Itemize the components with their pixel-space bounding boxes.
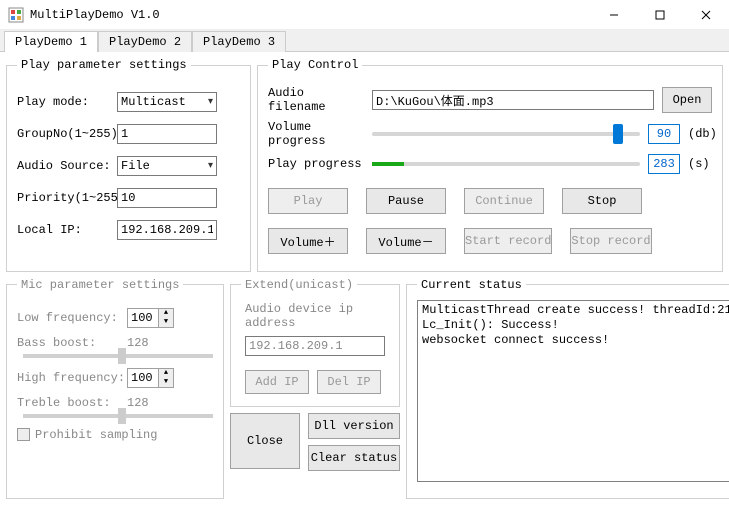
volume-up-button[interactable]: Volume＋ [268, 228, 348, 254]
play-mode-label: Play mode: [17, 95, 117, 109]
play-progress-slider[interactable] [372, 162, 640, 166]
close-button[interactable] [683, 0, 729, 30]
groupno-label: GroupNo(1~255): [17, 127, 117, 141]
audio-source-value: File [121, 159, 150, 173]
treble-boost-label: Treble boost: [17, 396, 127, 410]
close-app-button[interactable]: Close [230, 413, 300, 469]
stepper-up-icon[interactable]: ▲ [159, 369, 173, 378]
groupno-input[interactable] [117, 124, 217, 144]
audio-filename-input[interactable] [372, 90, 654, 110]
treble-slider-thumb[interactable] [118, 408, 126, 424]
play-progress-unit: (s) [688, 157, 712, 171]
play-button[interactable]: Play [268, 188, 348, 214]
volume-down-button[interactable]: Volume－ [366, 228, 446, 254]
continue-button[interactable]: Continue [464, 188, 544, 214]
play-progress-label: Play progress [268, 157, 364, 171]
del-ip-button[interactable]: Del IP [317, 370, 381, 394]
high-frequency-value: 100 [128, 371, 158, 385]
treble-boost-value: 128 [127, 396, 149, 410]
extend-unicast-group: Extend(unicast) Audio device ip address … [230, 278, 400, 407]
tab-playdemo-3[interactable]: PlayDemo 3 [192, 31, 286, 52]
bass-boost-value: 128 [127, 336, 149, 350]
play-parameter-settings-group: Play parameter settings Play mode: Multi… [6, 58, 251, 272]
stepper-up-icon[interactable]: ▲ [159, 309, 173, 318]
priority-label: Priority(1~255) [17, 191, 117, 205]
play-mode-value: Multicast [121, 95, 186, 109]
audio-source-label: Audio Source: [17, 159, 117, 173]
play-mode-select[interactable]: Multicast ▾ [117, 92, 217, 112]
audio-filename-label: Audio filename [268, 86, 364, 114]
mic-parameter-settings-group: Mic parameter settings Low frequency: 10… [6, 278, 224, 500]
audio-device-ip-label: Audio device ip address [245, 302, 389, 330]
maximize-button[interactable] [637, 0, 683, 30]
priority-input[interactable] [117, 188, 217, 208]
tab-playdemo-2[interactable]: PlayDemo 2 [98, 31, 192, 52]
bass-slider-thumb[interactable] [118, 348, 126, 364]
audio-source-select[interactable]: File ▾ [117, 156, 217, 176]
local-ip-label: Local IP: [17, 223, 117, 237]
volume-slider-thumb[interactable] [613, 124, 623, 144]
volume-unit: (db) [688, 127, 712, 141]
dll-version-button[interactable]: Dll version [308, 413, 400, 439]
high-frequency-label: High frequency: [17, 371, 127, 385]
add-ip-button[interactable]: Add IP [245, 370, 309, 394]
stepper-down-icon[interactable]: ▼ [159, 318, 173, 327]
play-control-legend: Play Control [268, 58, 362, 72]
volume-progress-label: Volume progress [268, 120, 364, 148]
start-record-button[interactable]: Start record [464, 228, 552, 254]
volume-value: 90 [648, 124, 680, 144]
stop-record-button[interactable]: Stop record [570, 228, 651, 254]
local-ip-input[interactable] [117, 220, 217, 240]
chevron-down-icon: ▾ [208, 96, 213, 108]
low-frequency-value: 100 [128, 311, 158, 325]
play-progress-fill [372, 162, 404, 166]
stepper-down-icon[interactable]: ▼ [159, 378, 173, 387]
mic-legend: Mic parameter settings [17, 278, 183, 292]
volume-slider[interactable] [372, 132, 640, 136]
prohibit-sampling-checkbox[interactable] [17, 428, 30, 441]
play-progress-value: 283 [648, 154, 680, 174]
low-frequency-stepper[interactable]: 100 ▲▼ [127, 308, 174, 328]
chevron-down-icon: ▾ [208, 160, 213, 172]
titlebar: MultiPlayDemo V1.0 [0, 0, 729, 30]
audio-device-ip-input[interactable] [245, 336, 385, 356]
current-status-group: Current status MulticastThread create su… [406, 278, 729, 500]
minimize-button[interactable] [591, 0, 637, 30]
bass-boost-slider[interactable] [23, 354, 213, 358]
tab-strip: PlayDemo 1 PlayDemo 2 PlayDemo 3 [0, 30, 729, 52]
play-control-group: Play Control Audio filename Open Volume … [257, 58, 723, 272]
tab-playdemo-1[interactable]: PlayDemo 1 [4, 31, 98, 52]
pause-button[interactable]: Pause [366, 188, 446, 214]
stop-button[interactable]: Stop [562, 188, 642, 214]
bass-boost-label: Bass boost: [17, 336, 127, 350]
clear-status-button[interactable]: Clear status [308, 445, 400, 471]
extend-legend: Extend(unicast) [241, 278, 357, 292]
app-icon [8, 7, 24, 23]
play-parameter-legend: Play parameter settings [17, 58, 191, 72]
current-status-legend: Current status [417, 278, 526, 292]
high-frequency-stepper[interactable]: 100 ▲▼ [127, 368, 174, 388]
low-frequency-label: Low frequency: [17, 311, 127, 325]
open-button[interactable]: Open [662, 87, 712, 113]
window-title: MultiPlayDemo V1.0 [30, 8, 591, 22]
status-textarea[interactable]: MulticastThread create success! threadId… [417, 300, 729, 482]
prohibit-sampling-label: Prohibit sampling [35, 428, 157, 442]
treble-boost-slider[interactable] [23, 414, 213, 418]
